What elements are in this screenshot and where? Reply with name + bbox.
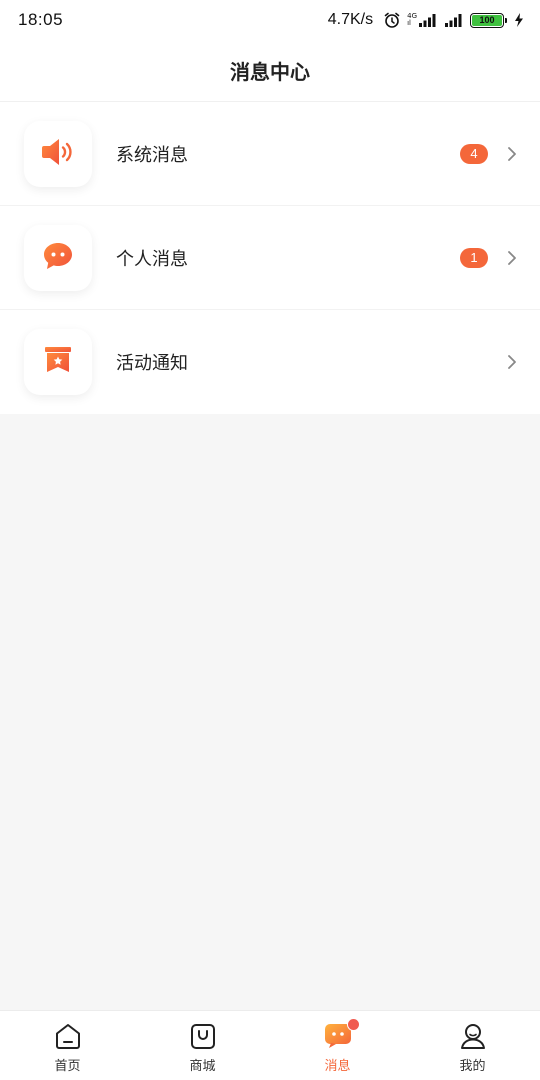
chevron-right-icon	[506, 250, 518, 266]
status-net-speed: 4.7K/s	[327, 11, 374, 28]
status-time: 18:05	[18, 10, 64, 29]
message-icon-container	[24, 120, 92, 187]
tab-shop[interactable]: 商城	[135, 1011, 270, 1080]
header: 消息中心	[0, 40, 540, 102]
message-item-activity[interactable]: 活动通知	[0, 310, 540, 414]
message-list: 系统消息 4 个人消息 1 活动通知	[0, 102, 540, 414]
status-right: 4.7K/s 4G ıl 100	[328, 11, 524, 29]
signal-icon: 4G ıl	[407, 12, 438, 28]
tab-profile[interactable]: 我的	[405, 1011, 540, 1080]
notification-dot	[346, 1018, 360, 1031]
tab-label: 我的	[459, 1059, 486, 1074]
chat-bubble-icon	[42, 241, 74, 275]
charging-icon	[514, 12, 524, 28]
tab-label: 商城	[189, 1059, 216, 1074]
status-bar: 18:05 4.7K/s 4G ıl 100	[0, 0, 540, 40]
page-title: 消息中心	[230, 60, 310, 84]
speaker-icon	[41, 137, 75, 171]
tab-label: 消息	[324, 1059, 351, 1074]
message-item-personal[interactable]: 个人消息 1	[0, 206, 540, 310]
unread-badge: 4	[460, 143, 488, 164]
message-label: 个人消息	[116, 248, 188, 270]
message-item-system[interactable]: 系统消息 4	[0, 102, 540, 206]
shopping-bag-icon	[188, 1021, 218, 1051]
tab-label: 首页	[54, 1059, 81, 1074]
home-icon	[53, 1021, 83, 1051]
screen: 18:05 4.7K/s 4G ıl 100 消息中心 系统消息 4 个人消息 …	[0, 0, 540, 1080]
tab-home[interactable]: 首页	[0, 1011, 135, 1080]
battery-level: 100	[472, 14, 502, 26]
alarm-icon	[383, 11, 401, 29]
message-icon-container	[24, 224, 92, 291]
message-label: 活动通知	[116, 353, 188, 374]
activity-flag-icon	[43, 345, 73, 379]
user-icon	[458, 1021, 488, 1051]
tab-messages[interactable]: 消息	[270, 1011, 405, 1080]
unread-badge: 1	[460, 247, 488, 268]
battery-icon: 100	[470, 12, 507, 28]
message-icon-container	[24, 329, 92, 395]
message-icon	[323, 1018, 360, 1051]
signal-icon-secondary	[444, 12, 464, 28]
net-type-label: 4G ıl	[407, 12, 417, 27]
message-label: 系统消息	[116, 144, 188, 166]
bottom-tab-bar: 首页 商城 消息 我的	[0, 1010, 540, 1080]
chevron-right-icon	[506, 146, 518, 162]
chevron-right-icon	[506, 354, 518, 370]
